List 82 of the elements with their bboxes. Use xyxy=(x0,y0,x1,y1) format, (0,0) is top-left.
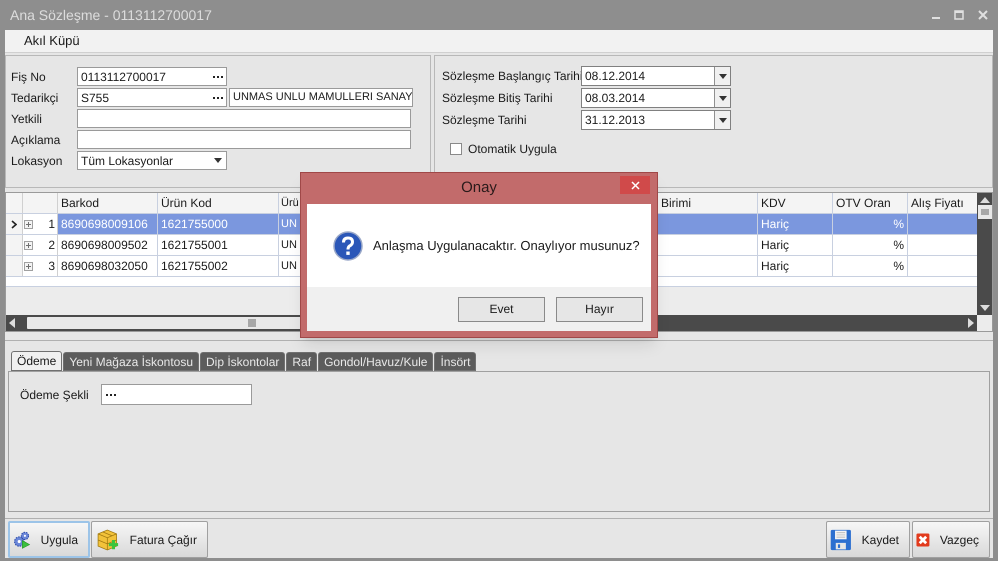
dropdown-arrow-icon xyxy=(718,96,726,100)
dialog-button[interactable]: Hayır xyxy=(556,296,643,322)
column-header[interactable]: KDV xyxy=(761,194,786,212)
table-cell-text: 8690698009106 xyxy=(61,216,148,233)
date-field[interactable]: 08.03.2014 xyxy=(581,88,731,108)
ellipsis-icon xyxy=(212,74,224,78)
dropdown-arrow-icon xyxy=(214,158,222,163)
lookup-field[interactable] xyxy=(101,384,252,405)
table-cell-text: 1621755000 xyxy=(161,216,228,233)
field-label: Sözleşme Bitiş Tarihi xyxy=(442,90,554,107)
dropdown-arrow-icon xyxy=(718,118,726,122)
tab[interactable]: Raf xyxy=(286,352,318,371)
ellipsis-icon xyxy=(212,96,224,100)
table-cell-text: 1621755001 xyxy=(161,237,228,254)
column-header[interactable]: OTV Oran xyxy=(836,194,891,212)
row-number: 1 xyxy=(48,216,55,233)
scroll-down-icon xyxy=(980,305,990,311)
column-header[interactable]: Ürü xyxy=(281,194,299,212)
toolbar-button[interactable]: Kaydet xyxy=(826,521,910,558)
toolbar-button[interactable]: Uygula xyxy=(8,521,90,558)
table-cell-text: % xyxy=(893,258,904,275)
dropdown-field[interactable]: Tüm Lokasyonlar xyxy=(77,151,227,170)
lookup-field[interactable]: S755 xyxy=(77,88,227,107)
dropdown-arrow-icon xyxy=(718,74,726,78)
table-cell-text: Hariç xyxy=(761,216,790,233)
toolbar-button[interactable]: Vazgeç xyxy=(912,521,990,558)
tab[interactable]: İnsört xyxy=(434,352,476,371)
column-header[interactable]: Alış Fiyatı xyxy=(911,194,964,212)
field-label: Tedarikçi xyxy=(11,90,60,106)
tab[interactable]: Ödeme xyxy=(11,351,62,371)
table-cell-text: 8690698032050 xyxy=(61,258,148,275)
checkbox[interactable] xyxy=(450,143,462,155)
ellipsis-icon xyxy=(105,392,117,396)
row-number: 2 xyxy=(48,237,55,254)
grip-icon xyxy=(980,208,988,216)
date-field[interactable]: 31.12.2013 xyxy=(581,110,731,130)
close-icon xyxy=(978,10,988,20)
lookup-field[interactable]: 0113112700017 xyxy=(77,67,227,86)
table-cell-text: % xyxy=(893,216,904,233)
minimize-icon xyxy=(932,17,940,19)
table-cell-text: UN xyxy=(281,258,297,274)
checkbox-label: Otomatik Uygula xyxy=(468,141,557,158)
column-header[interactable]: Ürün Kod xyxy=(161,194,212,212)
table-cell-text: % xyxy=(893,237,904,254)
tab[interactable]: Gondol/Havuz/Kule xyxy=(318,352,434,371)
window-title: Ana Sözleşme - 0113112700017 xyxy=(10,6,212,25)
table-cell-text: 1621755002 xyxy=(161,258,228,275)
grip-icon xyxy=(248,319,256,327)
dialog-message: Anlaşma Uygulanacaktır. Onaylıyor musunuz? xyxy=(373,236,640,255)
column-header[interactable]: Barkod xyxy=(61,194,100,212)
menu-item[interactable]: Akıl Küpü xyxy=(19,31,85,51)
toolbar-button[interactable]: Fatura Çağır xyxy=(91,521,208,558)
vertical-scrollbar[interactable] xyxy=(977,193,992,315)
close-button[interactable] xyxy=(620,176,650,194)
table-cell-text: UN xyxy=(281,216,297,232)
dialog-button[interactable]: Evet xyxy=(458,296,545,322)
tab[interactable]: Yeni Mağaza İskontosu xyxy=(63,352,199,371)
date-field[interactable]: 08.12.2014 xyxy=(581,66,731,86)
field-label: Sözleşme Tarihi xyxy=(442,112,528,129)
close-icon xyxy=(630,180,640,190)
field-label: Açıklama xyxy=(11,132,62,148)
tab[interactable]: Dip İskontolar xyxy=(200,352,286,371)
scroll-up-icon xyxy=(980,197,990,203)
row-number: 3 xyxy=(48,258,55,275)
maximize-icon xyxy=(954,10,964,20)
scroll-left-icon xyxy=(9,318,15,328)
question-icon xyxy=(333,230,363,260)
table-cell-text: UN xyxy=(281,238,297,253)
field-label: Yetkili xyxy=(11,110,43,128)
field-label: Ödeme Şekli xyxy=(20,386,90,404)
scroll-right-icon xyxy=(968,318,974,328)
dialog-title: Onay xyxy=(461,178,497,198)
lookup-field[interactable]: UNMAS UNLU MAMULLERI SANAY xyxy=(229,88,413,107)
row-pointer-icon xyxy=(11,220,17,228)
field-label: Lokasyon xyxy=(11,152,64,170)
table-cell-text: Hariç xyxy=(761,258,790,275)
field-label: Fiş No xyxy=(11,68,47,86)
input-field[interactable] xyxy=(77,130,411,149)
input-field[interactable] xyxy=(77,109,411,128)
table-cell-text: 8690698009502 xyxy=(61,237,148,254)
table-cell-text: Hariç xyxy=(761,237,790,254)
column-header[interactable]: Birimi xyxy=(661,194,691,212)
